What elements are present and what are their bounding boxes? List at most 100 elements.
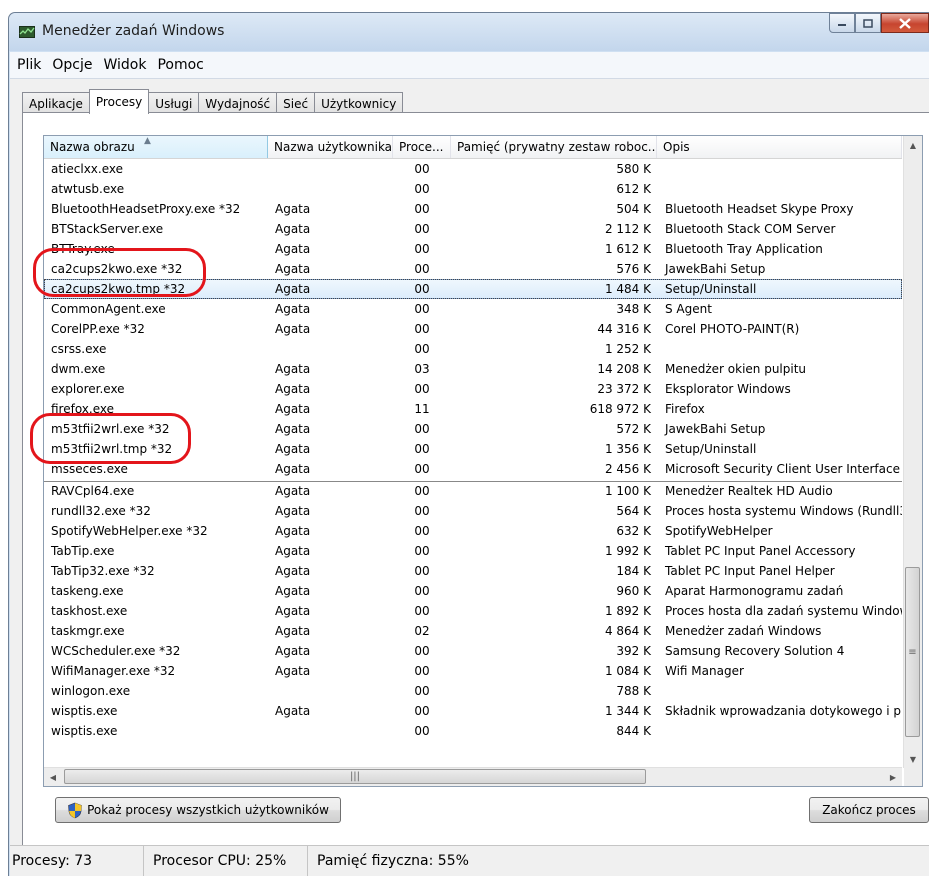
process-row[interactable]: SpotifyWebHelper.exe *32 Agata 00 632 K Spot… bbox=[44, 521, 902, 541]
user-name-cell: Agata bbox=[275, 484, 311, 498]
column-image-name[interactable]: Nazwa obrazu ▲ bbox=[44, 136, 268, 158]
process-row[interactable]: CommonAgent.exe Agata 00 348 K S Agent bbox=[44, 299, 902, 319]
description-cell: Proces hosta dla zadań systemu Windows bbox=[665, 604, 902, 618]
user-name-cell: Agata bbox=[275, 262, 311, 276]
process-row[interactable]: RAVCpl64.exe Agata 00 1 100 K Menedżer Realt… bbox=[44, 481, 902, 501]
end-process-button[interactable]: Zakończ proces bbox=[809, 797, 929, 823]
process-row[interactable]: WifiManager.exe *32 Agata 00 1 084 K Wifi Ma… bbox=[44, 661, 902, 681]
cpu-cell: 00 bbox=[414, 564, 430, 578]
image-name-cell: wisptis.exe bbox=[51, 704, 118, 718]
column-cpu[interactable]: Proce... bbox=[393, 136, 451, 158]
process-row[interactable]: csrss.exe 00 1 252 K bbox=[44, 339, 902, 359]
description-cell: Microsoft Security Client User Interface bbox=[665, 462, 900, 476]
sort-ascending-icon: ▲ bbox=[144, 136, 151, 146]
tab-uslugi[interactable]: Usługi bbox=[148, 92, 200, 114]
tab-procesy[interactable]: Procesy bbox=[88, 89, 150, 114]
cpu-cell: 00 bbox=[414, 282, 430, 296]
tab-aplikacje[interactable]: Aplikacje bbox=[22, 92, 90, 114]
cpu-cell: 00 bbox=[414, 442, 430, 456]
memory-cell: 576 K bbox=[616, 262, 651, 276]
tab-siec[interactable]: Sieć bbox=[276, 92, 316, 114]
cpu-cell: 00 bbox=[414, 584, 430, 598]
process-row[interactable]: wisptis.exe Agata 00 1 344 K Składnik wprowa… bbox=[44, 701, 902, 721]
process-row[interactable]: m53tfii2wrl.tmp *32 Agata 00 1 356 K Setup/U… bbox=[44, 439, 902, 459]
memory-cell: 504 K bbox=[616, 202, 651, 216]
process-row[interactable]: atieclxx.exe 00 580 K bbox=[44, 159, 902, 179]
column-image-name-label: Nazwa obrazu bbox=[50, 140, 135, 154]
image-name-cell: BTStackServer.exe bbox=[51, 222, 164, 236]
tab-wydajnosc[interactable]: Wydajność bbox=[198, 92, 278, 114]
cpu-cell: 00 bbox=[414, 222, 430, 236]
image-name-cell: ca2cups2kwo.exe *32 bbox=[51, 262, 183, 276]
scroll-left-icon[interactable]: ◀ bbox=[44, 768, 62, 786]
image-name-cell: taskeng.exe bbox=[51, 584, 124, 598]
process-row[interactable]: BTStackServer.exe Agata 00 2 112 K Bluetooth… bbox=[44, 219, 902, 239]
process-row[interactable]: BluetoothHeadsetProxy.exe *32 Agata 00 504 … bbox=[44, 199, 902, 219]
process-row[interactable]: dwm.exe Agata 03 14 208 K Menedżer okien pul… bbox=[44, 359, 902, 379]
process-row[interactable]: TabTip32.exe *32 Agata 00 184 K Tablet PC In… bbox=[44, 561, 902, 581]
process-list[interactable]: Nazwa obrazu ▲ Nazwa użytkownika Proce..… bbox=[43, 135, 923, 787]
vertical-scrollbar[interactable]: ▲ ≡ ▼ bbox=[903, 136, 922, 768]
cpu-cell: 00 bbox=[414, 342, 430, 356]
scroll-up-icon[interactable]: ▲ bbox=[904, 136, 922, 154]
memory-cell: 788 K bbox=[616, 684, 651, 698]
cpu-cell: 00 bbox=[414, 382, 430, 396]
user-name-cell: Agata bbox=[275, 402, 311, 416]
memory-cell: 44 316 K bbox=[597, 322, 651, 336]
uac-shield-icon bbox=[68, 802, 82, 818]
process-row[interactable]: explorer.exe Agata 00 23 372 K Eksplorator W… bbox=[44, 379, 902, 399]
memory-cell: 1 356 K bbox=[604, 442, 651, 456]
maximize-icon bbox=[863, 18, 873, 28]
menu-pomoc[interactable]: Pomoc bbox=[153, 57, 207, 73]
user-name-cell: Agata bbox=[275, 604, 311, 618]
process-row[interactable]: taskmgr.exe Agata 02 4 864 K Menedżer zadań … bbox=[44, 621, 902, 641]
process-row[interactable]: msseces.exe Agata 00 2 456 K Microsoft Secur… bbox=[44, 459, 902, 482]
process-row[interactable]: atwtusb.exe 00 612 K bbox=[44, 179, 902, 199]
process-row[interactable]: rundll32.exe *32 Agata 00 564 K Proces hosta… bbox=[44, 501, 902, 521]
process-row[interactable]: wisptis.exe 00 844 K bbox=[44, 721, 902, 741]
show-all-processes-button[interactable]: Pokaż procesy wszystkich użytkowników bbox=[55, 797, 341, 823]
menu-bar: Plik Opcje Widok Pomoc bbox=[10, 52, 929, 79]
scroll-right-icon[interactable]: ▶ bbox=[884, 768, 902, 786]
maximize-button[interactable] bbox=[855, 13, 881, 33]
user-name-cell: Agata bbox=[275, 664, 311, 678]
close-button[interactable] bbox=[881, 13, 929, 33]
process-row[interactable]: taskeng.exe Agata 00 960 K Aparat Harmonogra… bbox=[44, 581, 902, 601]
process-row[interactable]: BTTray.exe Agata 00 1 612 K Bluetooth Tray A… bbox=[44, 239, 902, 259]
tab-uzytkownicy[interactable]: Użytkownicy bbox=[314, 92, 404, 114]
image-name-cell: TabTip.exe bbox=[51, 544, 115, 558]
process-row[interactable]: firefox.exe Agata 11 618 972 K Firefox bbox=[44, 399, 902, 419]
description-cell: Setup/Uninstall bbox=[665, 442, 757, 456]
description-cell: JawekBahi Setup bbox=[665, 422, 766, 436]
column-memory[interactable]: Pamięć (prywatny zestaw roboc... bbox=[451, 136, 657, 158]
menu-opcje[interactable]: Opcje bbox=[48, 57, 96, 73]
image-name-cell: msseces.exe bbox=[51, 462, 128, 476]
column-description[interactable]: Opis bbox=[657, 136, 902, 158]
menu-plik[interactable]: Plik bbox=[13, 57, 45, 73]
process-row[interactable]: taskhost.exe Agata 00 1 892 K Proces hosta d… bbox=[44, 601, 902, 621]
description-cell: Składnik wprowadzania dotykowego i pra bbox=[665, 704, 902, 718]
process-row[interactable]: TabTip.exe Agata 00 1 992 K Tablet PC Input … bbox=[44, 541, 902, 561]
title-bar[interactable]: Menedżer zadań Windows bbox=[9, 13, 929, 51]
process-row[interactable]: winlogon.exe 00 788 K bbox=[44, 681, 902, 701]
scroll-down-icon[interactable]: ▼ bbox=[904, 750, 922, 768]
minimize-button[interactable] bbox=[829, 13, 855, 33]
process-row[interactable]: CorelPP.exe *32 Agata 00 44 316 K Corel PHOT… bbox=[44, 319, 902, 339]
horizontal-scrollbar[interactable]: ◀ ||| ▶ bbox=[44, 767, 902, 786]
memory-cell: 392 K bbox=[616, 644, 651, 658]
process-row[interactable]: WCScheduler.exe *32 Agata 00 392 K Samsung R… bbox=[44, 641, 902, 661]
menu-widok[interactable]: Widok bbox=[99, 57, 150, 73]
show-all-processes-label: Pokaż procesy wszystkich użytkowników bbox=[87, 803, 329, 817]
window-title: Menedżer zadań Windows bbox=[42, 23, 225, 39]
horizontal-scroll-thumb[interactable]: ||| bbox=[64, 769, 646, 784]
process-row[interactable]: ca2cups2kwo.tmp *32 Agata 00 1 484 K Setup/U… bbox=[44, 279, 902, 299]
user-name-cell: Agata bbox=[275, 524, 311, 538]
user-name-cell: Agata bbox=[275, 504, 311, 518]
process-row[interactable]: m53tfii2wrl.exe *32 Agata 00 572 K JawekBahi… bbox=[44, 419, 902, 439]
vertical-scroll-thumb[interactable]: ≡ bbox=[905, 567, 920, 737]
cpu-cell: 00 bbox=[414, 604, 430, 618]
process-row[interactable]: ca2cups2kwo.exe *32 Agata 00 576 K JawekBahi… bbox=[44, 259, 902, 279]
cpu-cell: 00 bbox=[414, 462, 430, 476]
column-user-name[interactable]: Nazwa użytkownika bbox=[268, 136, 393, 158]
user-name-cell: Agata bbox=[275, 282, 311, 296]
